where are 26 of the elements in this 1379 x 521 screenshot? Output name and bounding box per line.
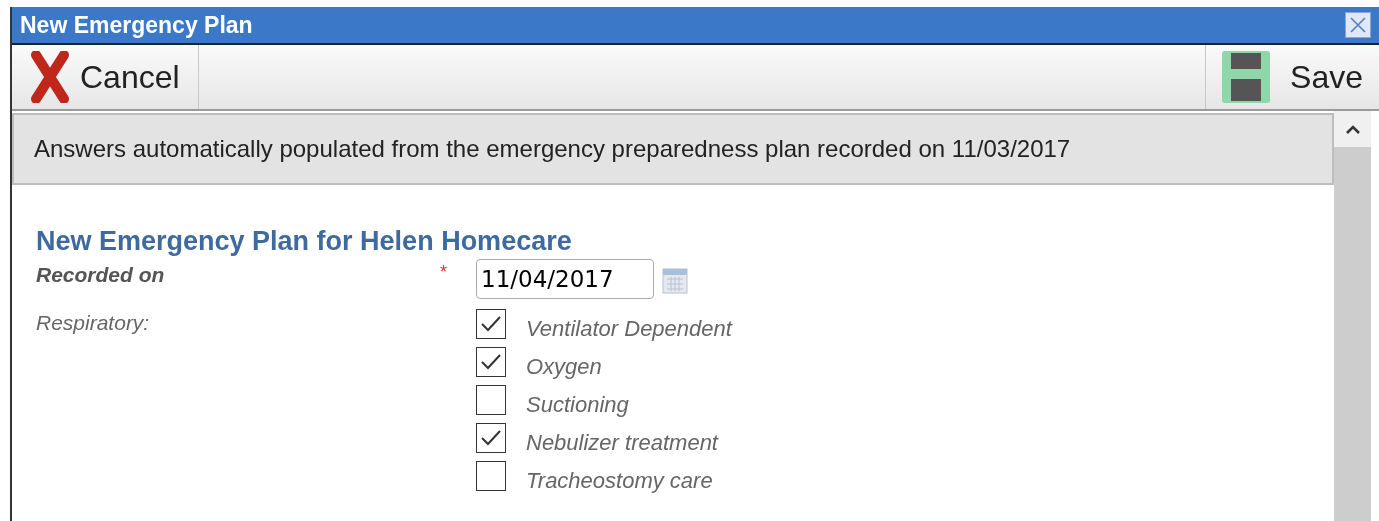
date-field[interactable]: 11/04/2017 bbox=[476, 259, 654, 299]
checkbox[interactable] bbox=[476, 423, 506, 453]
cancel-button[interactable]: Cancel bbox=[12, 45, 199, 109]
checkbox-label: Suctioning bbox=[526, 391, 629, 419]
checkbox[interactable] bbox=[476, 309, 506, 339]
checkbox-label: Nebulizer treatment bbox=[526, 429, 718, 457]
field-label: Recorded on bbox=[36, 262, 166, 288]
close-button[interactable] bbox=[1345, 12, 1371, 38]
checkbox-label: Oxygen bbox=[526, 353, 602, 381]
checkmark-icon bbox=[480, 353, 502, 371]
scroll-up-icon[interactable] bbox=[1344, 124, 1361, 134]
checkbox-label: Ventilator Dependent bbox=[526, 315, 732, 343]
field-label: Respiratory: bbox=[36, 310, 151, 336]
cross-icon bbox=[30, 51, 70, 103]
checkbox[interactable] bbox=[476, 461, 506, 491]
window-title: New Emergency Plan bbox=[20, 10, 253, 40]
checkbox[interactable] bbox=[476, 385, 506, 415]
required-mark: * bbox=[440, 261, 448, 284]
checkmark-icon bbox=[480, 315, 502, 333]
checkmark-icon bbox=[480, 429, 502, 447]
checkbox[interactable] bbox=[476, 347, 506, 377]
form-heading: New Emergency Plan for Helen Homecare bbox=[36, 225, 573, 257]
info-banner: Answers automatically populated from the emergency preparedness plan recorded on 11/03/2017 bbox=[12, 113, 1334, 185]
checkbox-label: Tracheostomy care bbox=[526, 467, 713, 495]
save-button[interactable]: Save bbox=[1205, 45, 1379, 109]
scrollbar[interactable] bbox=[1334, 111, 1371, 521]
